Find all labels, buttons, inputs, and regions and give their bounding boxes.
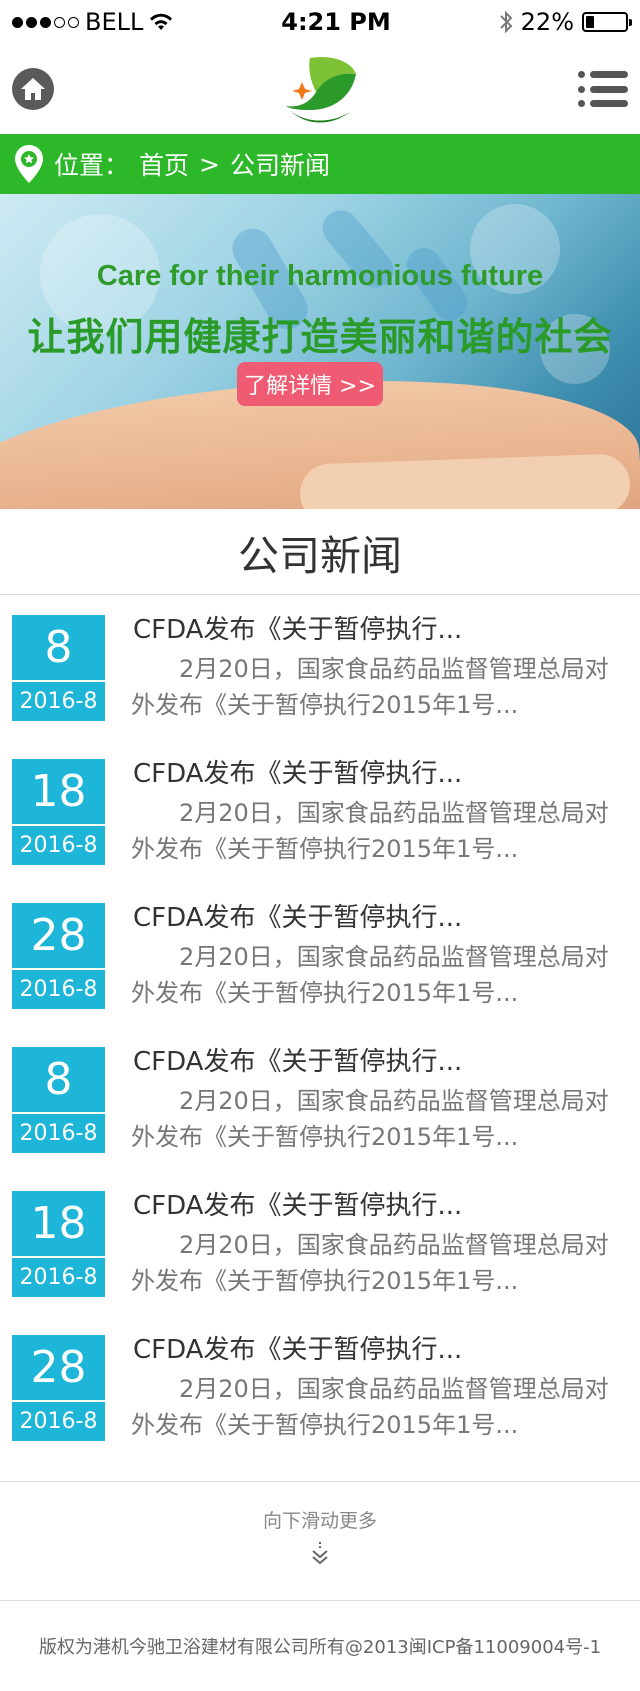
location-pin-icon <box>15 145 43 183</box>
breadcrumb-current: 公司新闻 <box>229 151 330 180</box>
news-title[interactable]: CFDA发布《关于暂停执行... <box>133 759 628 789</box>
date-badge: 18 2016-8 <box>12 1191 105 1297</box>
news-title[interactable]: CFDA发布《关于暂停执行... <box>133 1191 628 1221</box>
news-title[interactable]: CFDA发布《关于暂停执行... <box>133 1047 628 1077</box>
news-item[interactable]: 18 2016-8 CFDA发布《关于暂停执行... 2月20日，国家食品药品监… <box>0 759 640 903</box>
breadcrumb-label: 位置： <box>54 151 130 180</box>
hero-banner: Care for their harmonious future 让我们用健康打… <box>0 194 640 509</box>
news-item[interactable]: 18 2016-8 CFDA发布《关于暂停执行... 2月20日，国家食品药品监… <box>0 1191 640 1335</box>
date-badge: 28 2016-8 <box>12 1335 105 1441</box>
wifi-icon <box>150 13 173 30</box>
bluetooth-icon <box>499 10 513 34</box>
news-summary: 2月20日，国家食品药品监督管理总局对外发布《关于暂停执行2015年1号... <box>131 943 609 1007</box>
date-day: 8 <box>12 1047 105 1114</box>
date-badge: 8 2016-8 <box>12 615 105 721</box>
signal-strength-icon <box>12 16 79 28</box>
date-day: 28 <box>12 903 105 970</box>
date-year-month: 2016-8 <box>19 833 98 858</box>
date-day: 28 <box>12 1335 105 1402</box>
news-summary: 2月20日，国家食品药品监督管理总局对外发布《关于暂停执行2015年1号... <box>131 799 609 863</box>
news-summary: 2月20日，国家食品药品监督管理总局对外发布《关于暂停执行2015年1号... <box>131 1231 609 1295</box>
date-day: 18 <box>12 759 105 826</box>
breadcrumb: 位置： 首页 > 公司新闻 <box>0 134 640 194</box>
date-day: 18 <box>12 1191 105 1258</box>
news-list: 8 2016-8 CFDA发布《关于暂停执行... 2月20日，国家食品药品监督… <box>0 595 640 1479</box>
load-more-label: 向下滑动更多 <box>262 1510 377 1532</box>
menu-icon <box>578 71 628 78</box>
news-item[interactable]: 28 2016-8 CFDA发布《关于暂停执行... 2月20日，国家食品药品监… <box>0 1335 640 1479</box>
menu-button[interactable] <box>578 71 628 107</box>
news-item[interactable]: 8 2016-8 CFDA发布《关于暂停执行... 2月20日，国家食品药品监督… <box>0 1047 640 1191</box>
status-bar: BELL 4:21 PM 22% <box>0 0 640 44</box>
date-year-month: 2016-8 <box>19 977 98 1002</box>
banner-english-text: Care for their harmonious future <box>96 260 544 292</box>
news-summary: 2月20日，国家食品药品监督管理总局对外发布《关于暂停执行2015年1号... <box>131 655 609 719</box>
news-summary: 2月20日，国家食品药品监督管理总局对外发布《关于暂停执行2015年1号... <box>131 1087 609 1151</box>
date-day: 8 <box>12 615 105 682</box>
learn-more-button[interactable]: 了解详情 >> <box>237 362 383 406</box>
breadcrumb-separator: > <box>199 149 220 179</box>
status-time: 4:21 PM <box>281 8 391 36</box>
date-badge: 28 2016-8 <box>12 903 105 1009</box>
breadcrumb-home-link[interactable]: 首页 <box>139 146 189 182</box>
news-item[interactable]: 8 2016-8 CFDA发布《关于暂停执行... 2月20日，国家食品药品监督… <box>0 615 640 759</box>
site-header <box>0 44 640 134</box>
news-title[interactable]: CFDA发布《关于暂停执行... <box>133 903 628 933</box>
battery-percent: 22% <box>520 8 574 36</box>
date-year-month: 2016-8 <box>19 1121 98 1146</box>
date-year-month: 2016-8 <box>19 1265 98 1290</box>
home-button[interactable] <box>12 68 54 110</box>
news-item[interactable]: 28 2016-8 CFDA发布《关于暂停执行... 2月20日，国家食品药品监… <box>0 903 640 1047</box>
date-badge: 8 2016-8 <box>12 1047 105 1153</box>
carrier-name: BELL <box>85 8 144 36</box>
status-right: 22% <box>499 8 632 36</box>
home-icon <box>21 78 45 100</box>
date-badge: 18 2016-8 <box>12 759 105 865</box>
date-year-month: 2016-8 <box>19 1409 98 1434</box>
date-year-month: 2016-8 <box>19 689 98 714</box>
status-left: BELL <box>12 8 173 36</box>
section-title: 公司新闻 <box>0 509 640 595</box>
news-summary: 2月20日，国家食品药品监督管理总局对外发布《关于暂停执行2015年1号... <box>131 1375 609 1439</box>
battery-icon <box>582 12 632 32</box>
scroll-down-icon <box>312 1542 328 1565</box>
leaf-logo-icon <box>286 56 356 123</box>
banner-chinese-text: 让我们用健康打造美丽和谐的社会 <box>27 315 613 359</box>
news-title[interactable]: CFDA发布《关于暂停执行... <box>133 1335 628 1365</box>
site-logo[interactable] <box>280 52 360 132</box>
news-title[interactable]: CFDA发布《关于暂停执行... <box>133 615 628 645</box>
footer-copyright: 版权为港机今驰卫浴建材有限公司所有@2013闽ICP备11009004号-1 <box>0 1600 640 1691</box>
